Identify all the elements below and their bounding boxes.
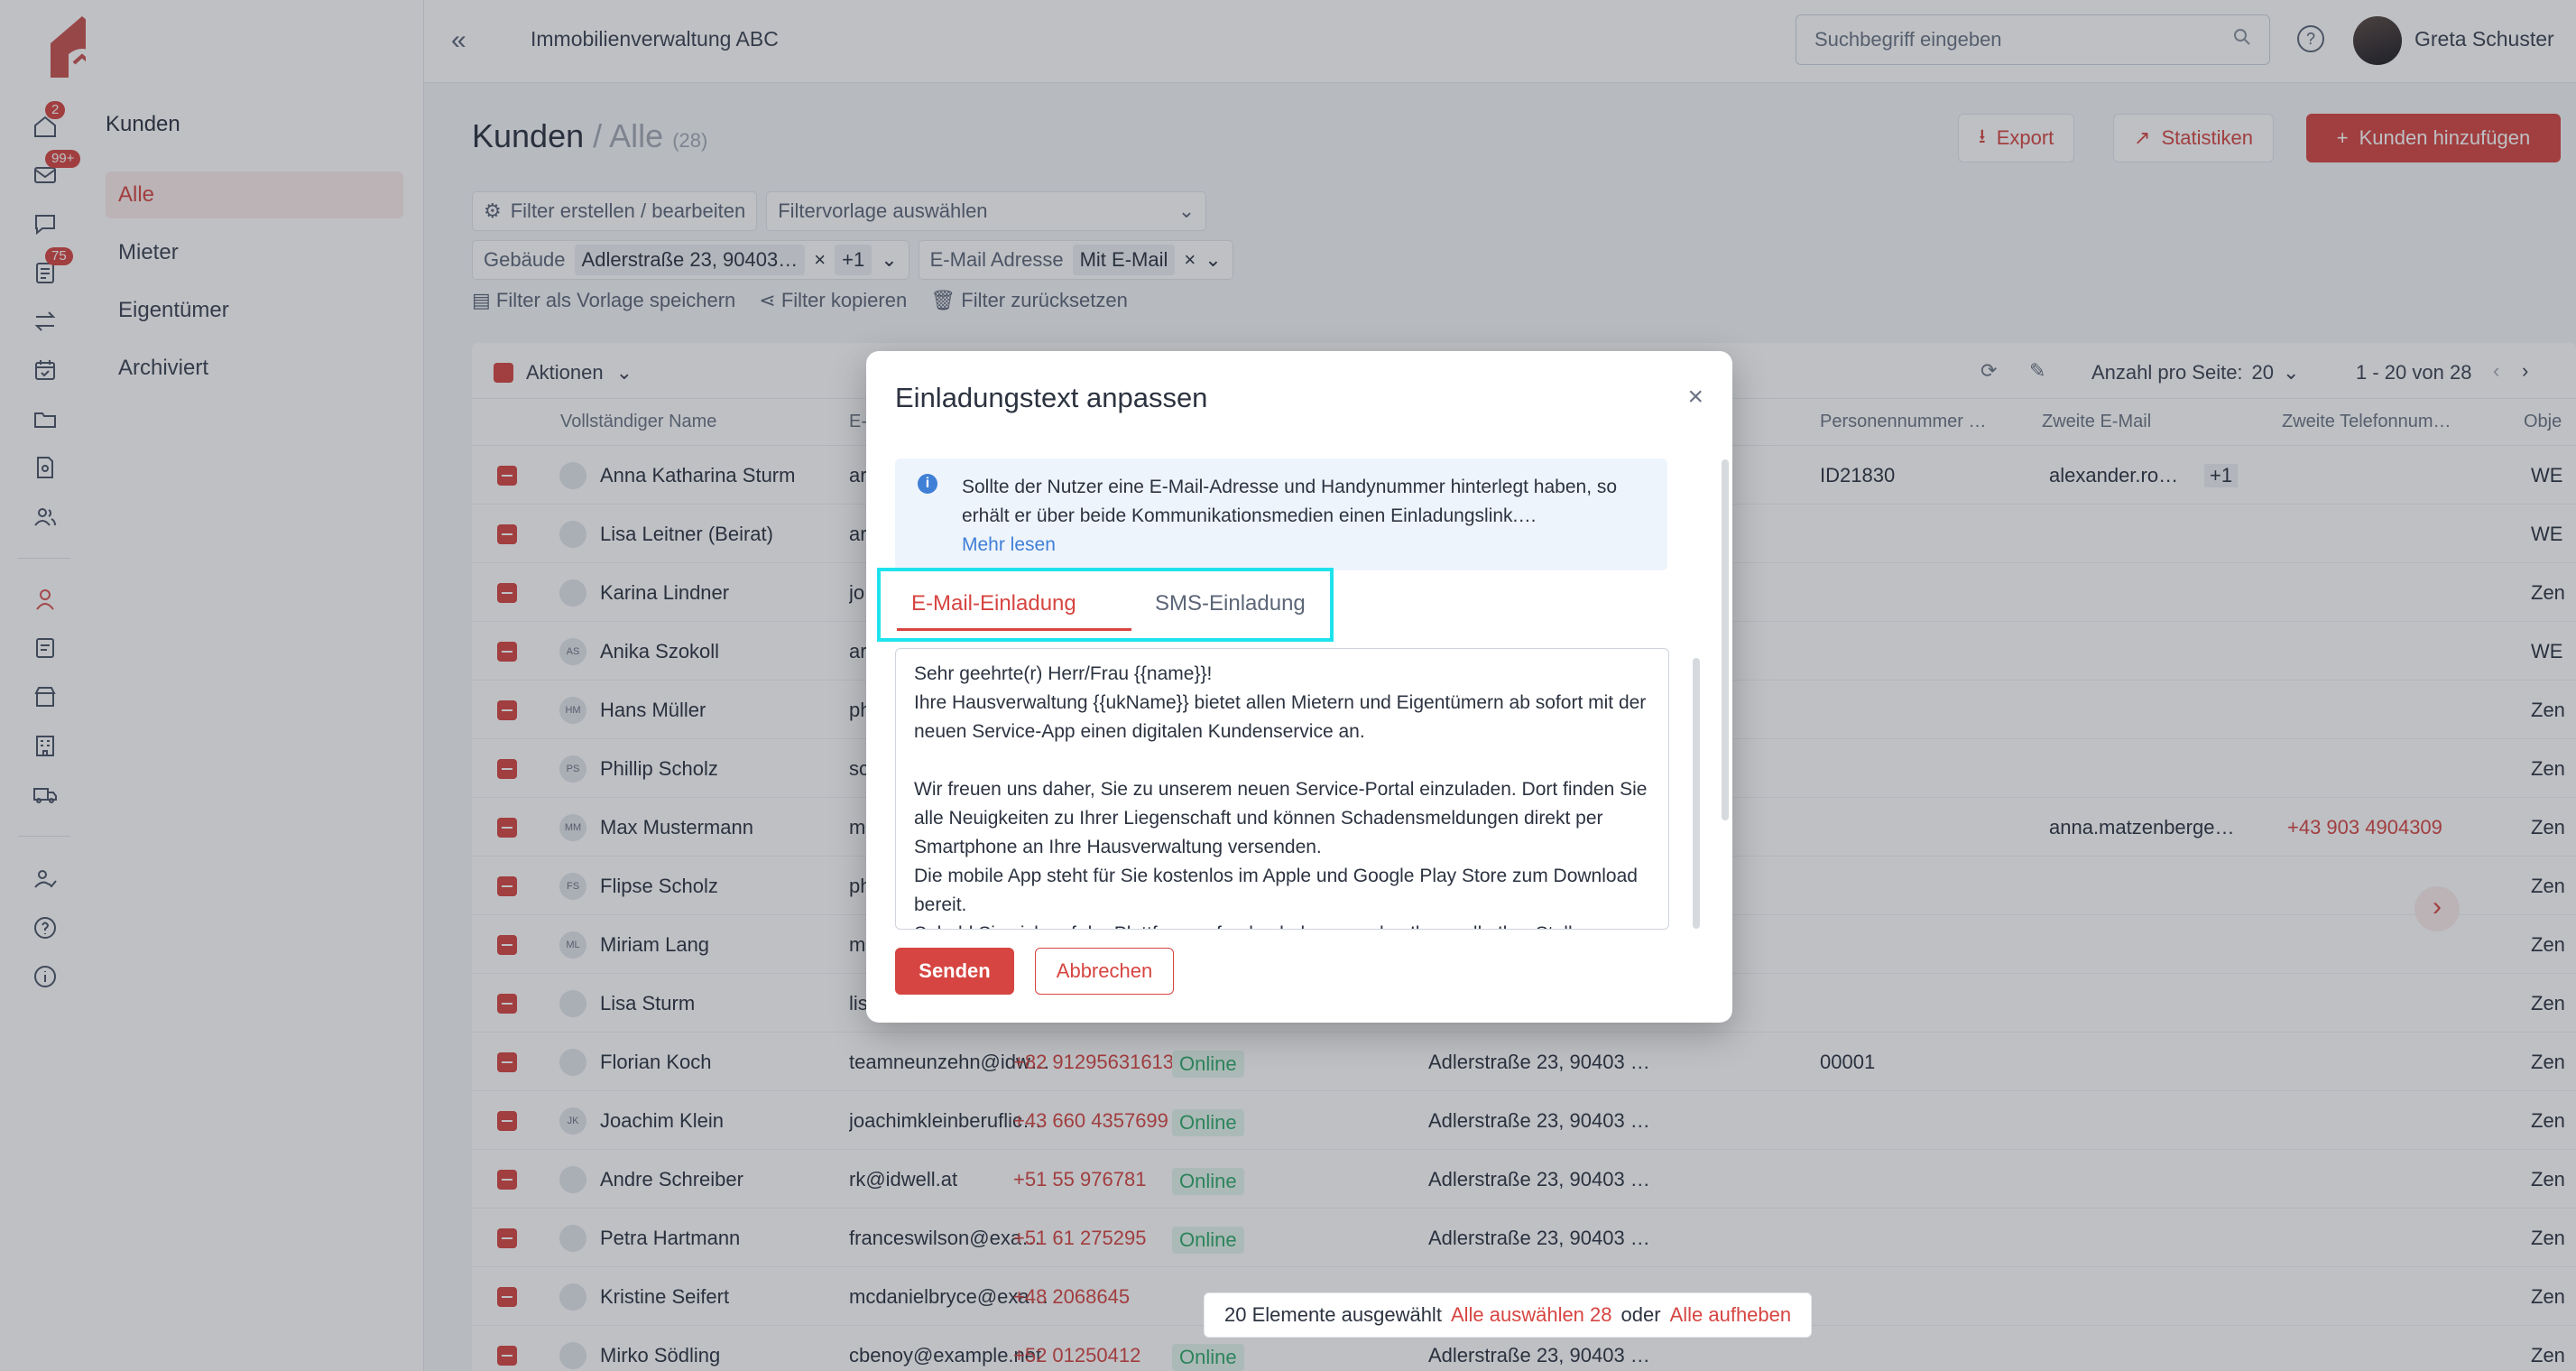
tab-email-invitation[interactable]: E-Mail-Einladung bbox=[911, 591, 1076, 616]
info-text: Sollte der Nutzer eine E-Mail-Adresse un… bbox=[962, 477, 1618, 526]
tab-sms-invitation[interactable]: SMS-Einladung bbox=[1155, 591, 1306, 616]
modal-scrollbar[interactable] bbox=[1722, 459, 1729, 820]
selection-bar: 20 Elemente ausgewählt Alle auswählen 28… bbox=[1204, 1292, 1813, 1338]
read-more-link[interactable]: Mehr lesen bbox=[962, 534, 1056, 556]
invitation-text-area[interactable]: Sehr geehrte(r) Herr/Frau {{name}}! Ihre… bbox=[895, 648, 1669, 930]
close-icon[interactable]: × bbox=[1687, 384, 1703, 411]
send-button[interactable]: Senden bbox=[895, 948, 1014, 995]
deselect-all-link[interactable]: Alle aufheben bbox=[1670, 1303, 1792, 1327]
active-tab-indicator bbox=[897, 628, 1131, 631]
info-box: i Sollte der Nutzer eine E-Mail-Adresse … bbox=[895, 459, 1667, 570]
invitation-modal: Einladungstext anpassen × i Sollte der N… bbox=[866, 351, 1732, 1023]
selection-or: oder bbox=[1620, 1303, 1661, 1326]
selection-text: 20 Elemente ausgewählt bbox=[1224, 1303, 1442, 1326]
info-circle-icon: i bbox=[918, 474, 937, 494]
select-all-link[interactable]: Alle auswählen 28 bbox=[1451, 1303, 1612, 1327]
modal-title: Einladungstext anpassen bbox=[895, 382, 1208, 413]
textarea-scrollbar[interactable] bbox=[1693, 658, 1700, 929]
cancel-button[interactable]: Abbrechen bbox=[1035, 948, 1174, 995]
invitation-tabs: E-Mail-Einladung SMS-Einladung bbox=[877, 568, 1334, 642]
app-root: idwell 2 99+ 75 bbox=[0, 0, 2576, 1371]
